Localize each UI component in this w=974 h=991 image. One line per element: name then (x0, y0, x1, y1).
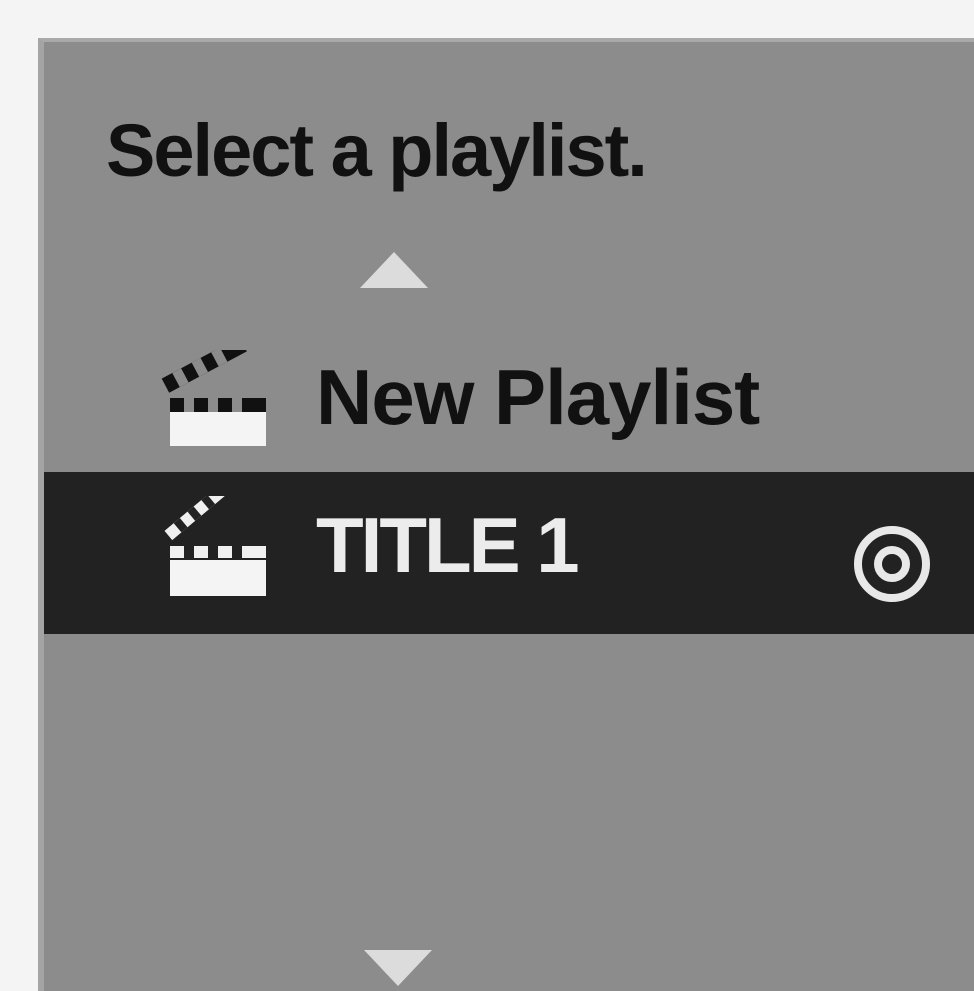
playlist-item-title-1[interactable]: TITLE 1 (44, 472, 974, 634)
scroll-up-arrow-icon[interactable] (360, 252, 428, 288)
disc-icon (854, 526, 930, 602)
playlist-dialog: Select a playlist. New Playlist TITLE 1 (38, 38, 974, 991)
scroll-down-arrow-icon[interactable] (364, 950, 432, 986)
playlist-item-label: TITLE 1 (316, 501, 580, 589)
playlist-item-new-playlist[interactable]: New Playlist (44, 310, 974, 472)
dialog-heading: Select a playlist. (106, 109, 648, 192)
playlist-item-label: New Playlist (316, 353, 760, 441)
clapperboard-icon (164, 496, 266, 596)
clapperboard-icon (161, 350, 266, 446)
